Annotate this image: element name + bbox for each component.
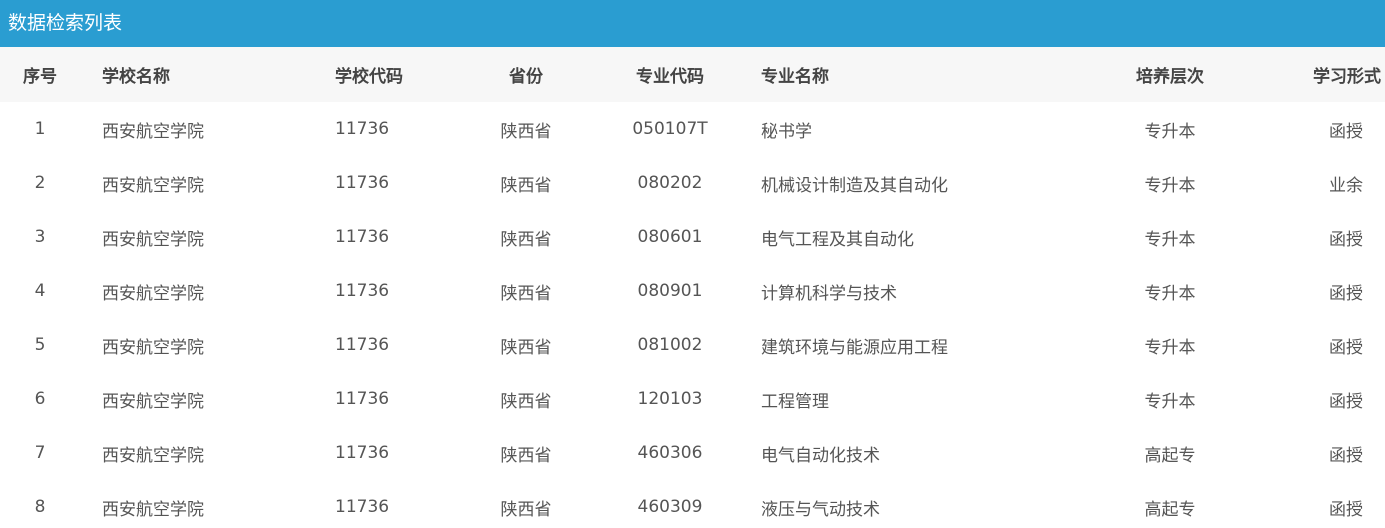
cell-province: 陕西省 — [500, 445, 552, 466]
cell-index: 4 — [34, 281, 46, 301]
column-header-education-level: 培养层次 — [1136, 67, 1204, 87]
cell-major-name: 计算机科学与技术 — [761, 283, 897, 304]
cell-school-code: 11736 — [335, 443, 390, 463]
table-row: 3 西安航空学院 11736 陕西省 080601 电气工程及其自动化 专升本 … — [0, 210, 1385, 264]
column-header-study-mode: 学习形式 — [1313, 67, 1381, 87]
cell-major-code: 080901 — [637, 281, 703, 301]
table-row: 6 西安航空学院 11736 陕西省 120103 工程管理 专升本 函授 — [0, 372, 1385, 426]
cell-major-name: 电气工程及其自动化 — [761, 229, 914, 250]
table-row: 2 西安航空学院 11736 陕西省 080202 机械设计制造及其自动化 专升… — [0, 156, 1385, 210]
cell-school-code: 11736 — [335, 335, 390, 355]
cell-index: 7 — [34, 443, 46, 463]
table-body: 1 西安航空学院 11736 陕西省 050107T 秘书学 专升本 函授 2 … — [0, 102, 1385, 528]
cell-province: 陕西省 — [500, 121, 552, 142]
cell-index: 1 — [34, 119, 46, 139]
data-search-panel: 数据检索列表 序号 学校名称 学校代码 省份 专业代码 专业名称 培养层次 学习… — [0, 0, 1385, 528]
cell-province: 陕西省 — [500, 283, 552, 304]
cell-major-code: 081002 — [637, 335, 703, 355]
cell-school-code: 11736 — [335, 389, 390, 409]
cell-major-name: 电气自动化技术 — [761, 445, 880, 466]
cell-school-code: 11736 — [335, 119, 390, 139]
table-row: 1 西安航空学院 11736 陕西省 050107T 秘书学 专升本 函授 — [0, 102, 1385, 156]
table-row: 5 西安航空学院 11736 陕西省 081002 建筑环境与能源应用工程 专升… — [0, 318, 1385, 372]
cell-study-mode: 函授 — [1329, 391, 1363, 412]
cell-school-name: 西安航空学院 — [102, 337, 204, 358]
cell-major-name: 建筑环境与能源应用工程 — [761, 337, 948, 358]
cell-study-mode: 函授 — [1329, 337, 1363, 358]
cell-school-code: 11736 — [335, 281, 390, 301]
header-row: 序号 学校名称 学校代码 省份 专业代码 专业名称 培养层次 学习形式 — [0, 47, 1385, 102]
cell-index: 6 — [34, 389, 46, 409]
cell-education-level: 专升本 — [1144, 175, 1196, 196]
cell-province: 陕西省 — [500, 391, 552, 412]
column-header-major-name: 专业名称 — [761, 67, 829, 87]
cell-school-name: 西安航空学院 — [102, 391, 204, 412]
cell-study-mode: 函授 — [1329, 445, 1363, 466]
cell-education-level: 专升本 — [1144, 121, 1196, 142]
panel-title: 数据检索列表 — [0, 0, 1385, 47]
cell-study-mode: 函授 — [1329, 121, 1363, 142]
column-header-school-code: 学校代码 — [335, 67, 403, 87]
cell-province: 陕西省 — [500, 175, 552, 196]
cell-index: 2 — [34, 173, 46, 193]
cell-education-level: 专升本 — [1144, 283, 1196, 304]
cell-education-level: 专升本 — [1144, 391, 1196, 412]
cell-major-code: 050107T — [632, 119, 708, 139]
cell-major-code: 460309 — [637, 497, 703, 517]
cell-education-level: 高起专 — [1144, 499, 1196, 520]
cell-index: 5 — [34, 335, 46, 355]
cell-school-code: 11736 — [335, 227, 390, 247]
cell-school-name: 西安航空学院 — [102, 229, 204, 250]
cell-major-code: 080202 — [637, 173, 703, 193]
table-header: 序号 学校名称 学校代码 省份 专业代码 专业名称 培养层次 学习形式 — [0, 47, 1385, 102]
cell-school-name: 西安航空学院 — [102, 121, 204, 142]
cell-province: 陕西省 — [500, 229, 552, 250]
table-row: 8 西安航空学院 11736 陕西省 460309 液压与气动技术 高起专 函授 — [0, 480, 1385, 528]
results-table: 序号 学校名称 学校代码 省份 专业代码 专业名称 培养层次 学习形式 1 西安… — [0, 47, 1385, 528]
cell-study-mode: 函授 — [1329, 499, 1363, 520]
column-header-index: 序号 — [23, 67, 57, 87]
cell-major-code: 460306 — [637, 443, 703, 463]
cell-major-name: 液压与气动技术 — [761, 499, 880, 520]
cell-major-name: 机械设计制造及其自动化 — [761, 175, 948, 196]
cell-province: 陕西省 — [500, 337, 552, 358]
cell-education-level: 专升本 — [1144, 337, 1196, 358]
cell-province: 陕西省 — [500, 499, 552, 520]
cell-school-code: 11736 — [335, 173, 390, 193]
cell-study-mode: 函授 — [1329, 283, 1363, 304]
cell-school-code: 11736 — [335, 497, 390, 517]
column-header-major-code: 专业代码 — [636, 67, 704, 87]
column-header-province: 省份 — [509, 67, 543, 87]
cell-major-code: 120103 — [637, 389, 703, 409]
cell-index: 8 — [34, 497, 46, 517]
cell-education-level: 专升本 — [1144, 229, 1196, 250]
cell-education-level: 高起专 — [1144, 445, 1196, 466]
column-header-school-name: 学校名称 — [102, 67, 170, 87]
cell-index: 3 — [34, 227, 46, 247]
cell-major-code: 080601 — [637, 227, 703, 247]
cell-study-mode: 业余 — [1329, 175, 1363, 196]
cell-school-name: 西安航空学院 — [102, 499, 204, 520]
cell-school-name: 西安航空学院 — [102, 175, 204, 196]
table-row: 4 西安航空学院 11736 陕西省 080901 计算机科学与技术 专升本 函… — [0, 264, 1385, 318]
cell-school-name: 西安航空学院 — [102, 445, 204, 466]
cell-school-name: 西安航空学院 — [102, 283, 204, 304]
table-row: 7 西安航空学院 11736 陕西省 460306 电气自动化技术 高起专 函授 — [0, 426, 1385, 480]
cell-major-name: 工程管理 — [761, 391, 829, 412]
cell-major-name: 秘书学 — [761, 121, 812, 142]
cell-study-mode: 函授 — [1329, 229, 1363, 250]
